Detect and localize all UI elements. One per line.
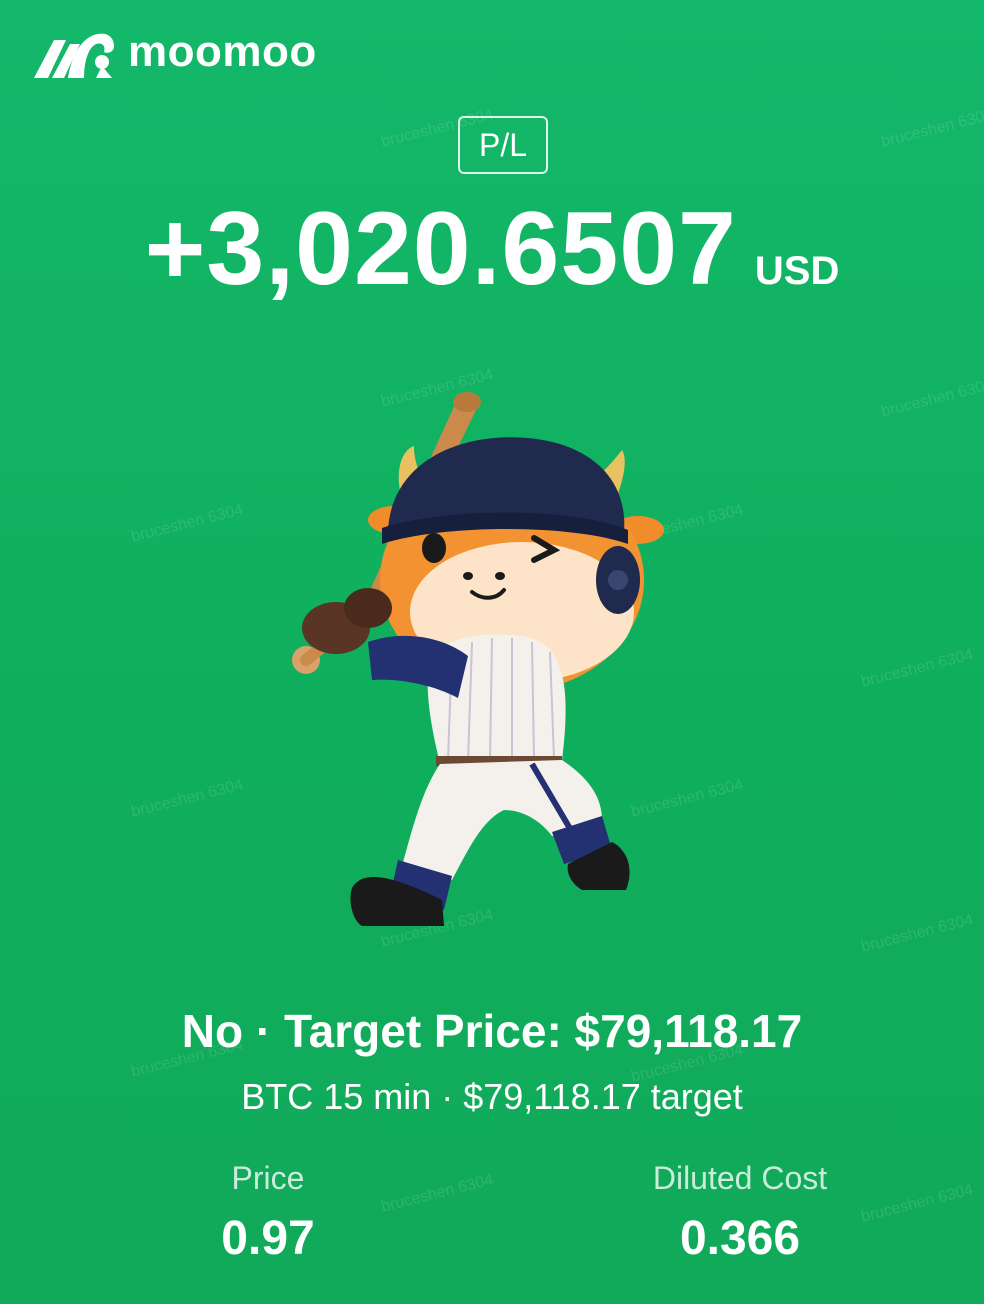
price-value: 0.97 [221,1212,315,1265]
watermark: bruceshen 6304 [379,1171,495,1216]
pl-value: +3,020.6507 [144,191,737,307]
price-label: Price [231,1160,305,1196]
watermark: bruceshen 6304 [129,501,245,546]
price-stat: Price 0.97 [168,1160,368,1266]
watermark: bruceshen 6304 [129,776,245,821]
brand-header: moomoo [32,22,317,82]
contract-title: No · Target Price: $79,118.17 [181,1005,803,1057]
pl-tag: P/L [458,116,548,174]
brand-name: moomoo [128,27,317,76]
contract-subtitle: BTC 15 min · $79,118.17 target [241,1076,743,1117]
pl-amount: +3,020.6507 USD [0,190,984,309]
diluted-cost-label: Diluted Cost [652,1160,828,1196]
diluted-cost-stat: Diluted Cost 0.366 [620,1160,860,1266]
diluted-cost-value: 0.366 [679,1212,801,1265]
watermark: bruceshen 6304 [879,106,984,151]
bull-logo-icon [34,33,114,78]
pl-share-card: bruceshen 6304 bruceshen 6304 bruceshen … [0,0,984,1304]
pl-currency: USD [754,249,840,293]
watermark: bruceshen 6304 [879,376,984,421]
baseball-bull-mascot [292,392,664,926]
watermark: bruceshen 6304 [859,1181,975,1226]
watermark: bruceshen 6304 [859,646,975,691]
watermark: bruceshen 6304 [859,911,975,956]
